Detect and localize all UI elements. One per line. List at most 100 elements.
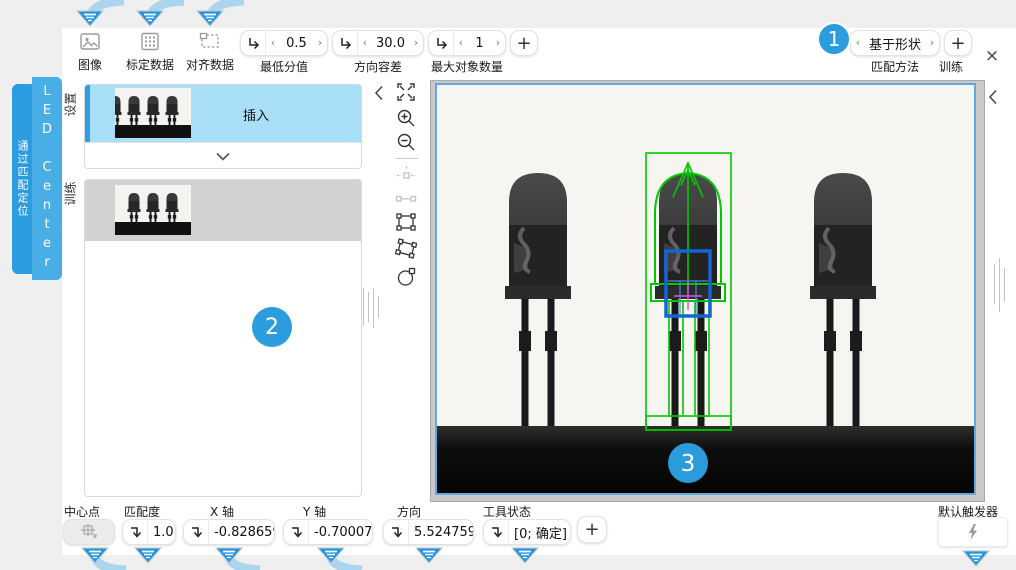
- lightning-icon: [966, 523, 980, 541]
- viewer-toolbar: [395, 81, 419, 294]
- close-button[interactable]: ×: [983, 47, 1001, 65]
- param-max-objects[interactable]: ‹ 1 ›: [428, 30, 506, 56]
- flow-output-icon: [128, 525, 143, 540]
- align-data-icon: [198, 31, 222, 53]
- output-label-angle: 方向: [397, 503, 421, 520]
- output-label-x: X 轴: [210, 503, 234, 520]
- param-angle-tolerance[interactable]: ‹ 30.0 ›: [332, 30, 424, 56]
- output-y-axis[interactable]: -0.7000740: [283, 519, 373, 545]
- output-y-value: -0.7000740: [309, 525, 372, 540]
- camera-image[interactable]: 3: [435, 83, 976, 495]
- add-parameter-button[interactable]: +: [510, 30, 538, 56]
- min-score-increment[interactable]: ›: [313, 30, 327, 56]
- angle-tol-value[interactable]: 30.0: [372, 36, 409, 51]
- step-badge-1: 1: [817, 22, 851, 56]
- trained-template-row[interactable]: [85, 180, 361, 241]
- fit-view-button[interactable]: [395, 81, 419, 103]
- output-center-point[interactable]: [63, 519, 115, 545]
- toolbar-button-align[interactable]: 对齐数据: [180, 31, 240, 75]
- angle-tol-decrement[interactable]: ‹: [358, 30, 372, 56]
- section-label-config: 设置: [62, 87, 79, 123]
- flow-output-icon: [489, 525, 504, 540]
- method-prev[interactable]: ‹: [851, 30, 865, 56]
- param-min-score-label: 最低分值: [240, 58, 328, 75]
- train-add-button[interactable]: +: [944, 30, 972, 56]
- zoom-in-button[interactable]: [395, 107, 419, 129]
- rotated-rect-roi-icon: [395, 238, 417, 260]
- zoom-out-button[interactable]: [395, 131, 419, 153]
- flow-input-icon: [434, 36, 449, 51]
- chevron-left-icon: [372, 84, 386, 102]
- min-score-decrement[interactable]: ‹: [266, 30, 280, 56]
- output-label-score: 匹配度: [124, 503, 160, 520]
- calibration-grid-icon: [138, 31, 162, 53]
- output-score-value: 1.0: [148, 525, 175, 540]
- max-obj-value[interactable]: 1: [468, 36, 491, 51]
- output-score[interactable]: 1.0: [122, 519, 176, 545]
- output-tool-status[interactable]: [0; 确定]: [483, 519, 571, 545]
- template-row-selected[interactable]: 插入: [85, 85, 361, 142]
- rect-roi-icon: [395, 212, 417, 232]
- toolbar-button-image[interactable]: 图像: [60, 31, 120, 75]
- rect-roi-button[interactable]: [395, 212, 419, 232]
- line-roi-icon: [395, 192, 417, 206]
- toolbar-button-image-label: 图像: [78, 56, 102, 73]
- zoom-out-icon: [395, 131, 417, 153]
- output-x-value: -0.8286591: [209, 525, 274, 540]
- zoom-in-icon: [395, 107, 417, 129]
- viewer-toolbar-divider: [396, 158, 418, 159]
- output-label-y: Y 轴: [303, 503, 326, 520]
- add-output-button[interactable]: +: [577, 516, 607, 543]
- circle-roi-button[interactable]: [395, 266, 419, 288]
- min-score-value[interactable]: 0.5: [280, 36, 313, 51]
- max-obj-increment[interactable]: ›: [491, 30, 505, 56]
- flow-output-icon: [389, 525, 404, 540]
- chevron-down-icon: [215, 151, 231, 162]
- flow-output-icon: [289, 525, 304, 540]
- image-viewport-frame: 3: [430, 80, 985, 502]
- template-config-panel: 插入: [84, 84, 362, 169]
- chevron-left-icon: [986, 88, 1000, 106]
- method-value[interactable]: 基于形状: [865, 34, 925, 53]
- section-label-training: 训练: [62, 176, 79, 212]
- max-obj-decrement[interactable]: ‹: [454, 30, 468, 56]
- param-max-objects-label: 最大对象数量: [420, 58, 514, 75]
- output-label-center: 中心点: [64, 503, 100, 520]
- fit-view-icon: [395, 81, 417, 103]
- step-badge-2: 2: [252, 307, 292, 347]
- circle-roi-icon: [395, 266, 417, 288]
- sidebar-tab-tool[interactable]: 通过匹配定位: [12, 84, 32, 274]
- sidebar-tab-title-label: LED Center: [40, 84, 55, 274]
- template-thumbnail: [115, 88, 191, 138]
- train-label: 训练: [928, 58, 974, 75]
- point-roi-icon: [395, 164, 417, 186]
- point-roi-button[interactable]: [395, 164, 419, 186]
- trained-template-thumbnail: [115, 185, 191, 235]
- rotated-rect-roi-button[interactable]: [395, 238, 419, 260]
- param-min-score[interactable]: ‹ 0.5 ›: [240, 30, 328, 56]
- template-training-panel: [84, 179, 362, 497]
- line-roi-button[interactable]: [395, 192, 419, 206]
- collapse-viewport-panel-button[interactable]: [986, 88, 1000, 106]
- step-badge-3: 3: [668, 443, 708, 483]
- param-angle-tolerance-label: 方向容差: [332, 58, 424, 75]
- output-angle[interactable]: 5.524759e-: [383, 519, 474, 545]
- toolbar-button-align-label: 对齐数据: [186, 56, 234, 73]
- method-label: 匹配方法: [850, 58, 940, 75]
- app-window: { "sidebar": { "tool_tab": "通过匹配定位", "ti…: [0, 0, 1016, 570]
- sidebar-tab-title[interactable]: LED Center: [32, 77, 62, 280]
- angle-tol-increment[interactable]: ›: [409, 30, 423, 56]
- collapse-template-panel-button[interactable]: [372, 84, 386, 102]
- toolbar-button-calibration[interactable]: 标定数据: [120, 31, 180, 75]
- insert-label: 插入: [243, 105, 269, 124]
- method-selector[interactable]: ‹ 基于形状 ›: [850, 30, 940, 56]
- flow-input-icon: [246, 36, 261, 51]
- image-icon: [78, 31, 102, 53]
- trigger-button[interactable]: [938, 517, 1008, 547]
- output-label-status: 工具状态: [483, 503, 531, 520]
- output-x-axis[interactable]: -0.8286591: [183, 519, 275, 545]
- flow-output-icon: [189, 525, 204, 540]
- svg-text:3: 3: [681, 451, 696, 477]
- template-dropdown[interactable]: [85, 142, 361, 169]
- method-next[interactable]: ›: [925, 30, 939, 56]
